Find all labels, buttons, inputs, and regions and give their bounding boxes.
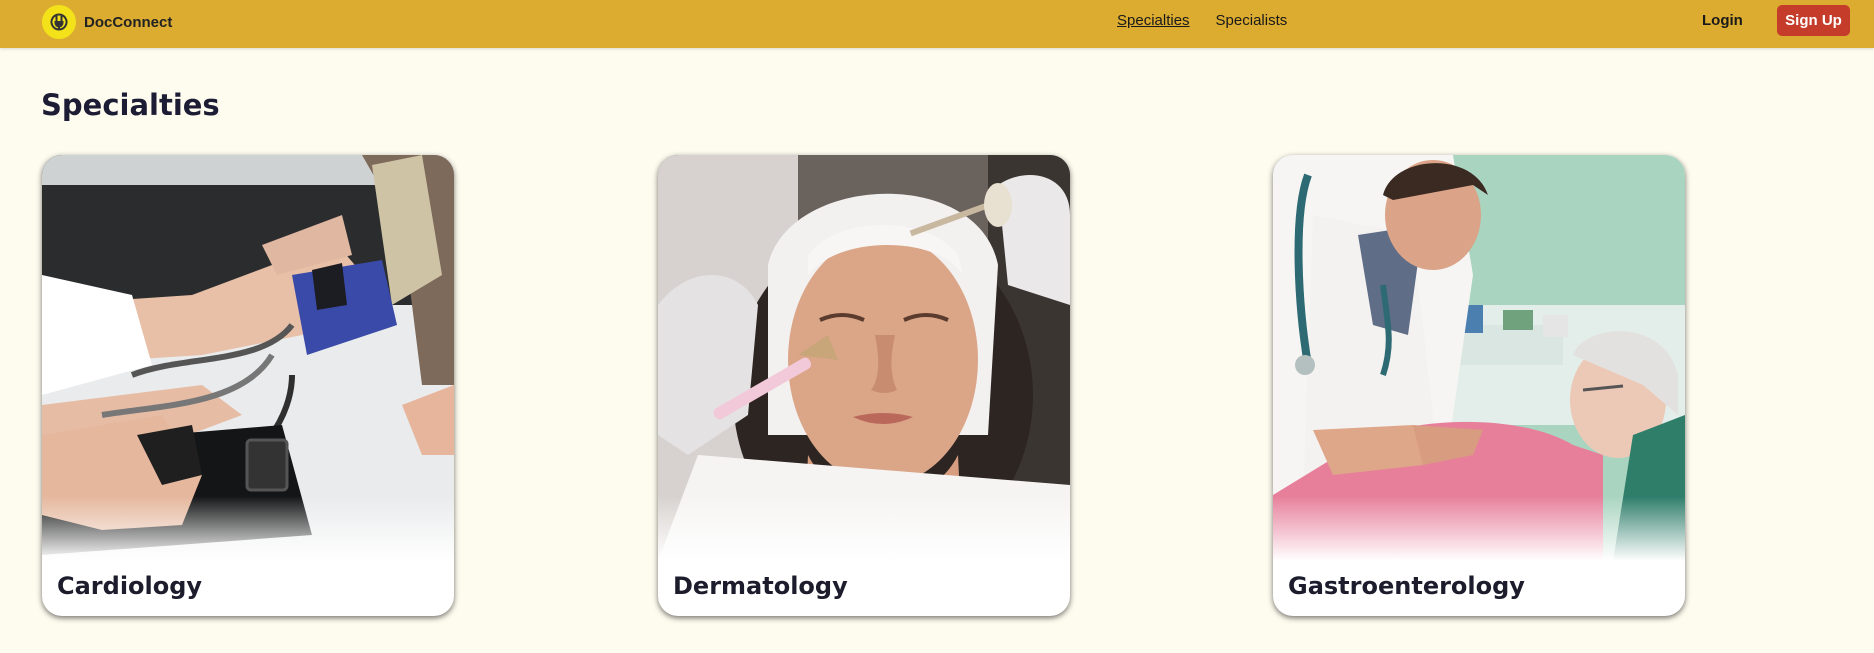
brand-name: DocConnect	[84, 13, 173, 31]
gastroenterology-photo	[1273, 155, 1685, 561]
signup-button[interactable]: Sign Up	[1777, 5, 1850, 36]
top-navbar: DocConnect Specialties Specialists Login…	[0, 0, 1874, 48]
specialty-card-dermatology[interactable]: Dermatology	[658, 155, 1070, 616]
brand-home-link[interactable]: DocConnect	[42, 5, 172, 39]
specialty-card-label: Dermatology	[673, 572, 848, 600]
nav-link-specialists[interactable]: Specialists	[1216, 12, 1288, 29]
login-link[interactable]: Login	[1702, 0, 1743, 40]
main-nav: Specialties Specialists	[1117, 0, 1287, 40]
plug-icon	[42, 5, 76, 39]
cardiology-photo	[42, 155, 454, 561]
specialty-card-label: Gastroenterology	[1288, 572, 1525, 600]
specialty-card-gastroenterology[interactable]: Gastroenterology	[1273, 155, 1685, 616]
specialty-card-label: Cardiology	[57, 572, 203, 600]
page-title: Specialties	[41, 88, 220, 122]
dermatology-photo	[658, 155, 1070, 561]
specialty-card-cardiology[interactable]: Cardiology	[42, 155, 454, 616]
nav-link-specialties[interactable]: Specialties	[1117, 12, 1190, 29]
